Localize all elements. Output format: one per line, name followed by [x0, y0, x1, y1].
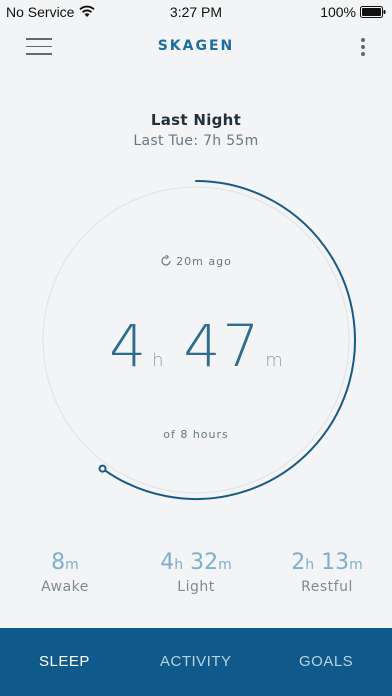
hours-unit: h — [152, 350, 164, 371]
stat-restful: 2h 13m Restful — [262, 550, 392, 595]
restful-minutes-unit: m — [349, 557, 363, 573]
light-label: Light — [177, 579, 215, 595]
minutes-value: 47 — [183, 312, 262, 380]
minutes-unit: m — [265, 350, 283, 371]
stat-awake: 8m Awake — [0, 550, 130, 595]
tab-sleep[interactable]: SLEEP — [39, 653, 90, 670]
awake-value: 8 — [51, 550, 66, 575]
light-hours: 4 — [160, 550, 175, 575]
sync-icon — [161, 254, 171, 266]
battery-percent: 100% — [320, 4, 356, 20]
hours-value: 4 — [109, 312, 149, 380]
restful-hours: 2 — [291, 550, 306, 575]
light-minutes-unit: m — [218, 557, 232, 573]
sleep-duration: 4 h 47 m — [0, 312, 392, 380]
progress-end-marker — [98, 464, 107, 473]
restful-label: Restful — [301, 579, 353, 595]
sync-status: 20m ago — [0, 254, 392, 268]
status-bar: No Service 3:27 PM 100% — [0, 0, 392, 24]
battery-icon — [360, 6, 386, 18]
more-options-icon[interactable] — [360, 38, 366, 58]
top-nav: SKAGEN — [0, 24, 392, 70]
page-title: Last Night — [150, 111, 242, 129]
goal-text: of 8 hours — [163, 428, 229, 441]
tab-activity[interactable]: ACTIVITY — [160, 653, 232, 670]
sync-time: 20m ago — [176, 255, 232, 268]
brand-title: SKAGEN — [157, 38, 235, 54]
tab-goals[interactable]: GOALS — [299, 653, 353, 670]
comparison-text: Last Tue: 7h 55m — [133, 133, 259, 149]
light-hours-unit: h — [174, 557, 184, 573]
sleep-breakdown: 8m Awake 4h 32m Light 2h 13m Restful — [0, 550, 392, 610]
restful-hours-unit: h — [305, 557, 315, 573]
stat-light: 4h 32m Light — [131, 550, 261, 595]
awake-unit: m — [65, 557, 79, 573]
light-minutes: 32 — [190, 550, 219, 575]
awake-label: Awake — [41, 579, 89, 595]
restful-minutes: 13 — [321, 550, 350, 575]
tab-bar: SLEEP ACTIVITY GOALS — [0, 628, 392, 696]
